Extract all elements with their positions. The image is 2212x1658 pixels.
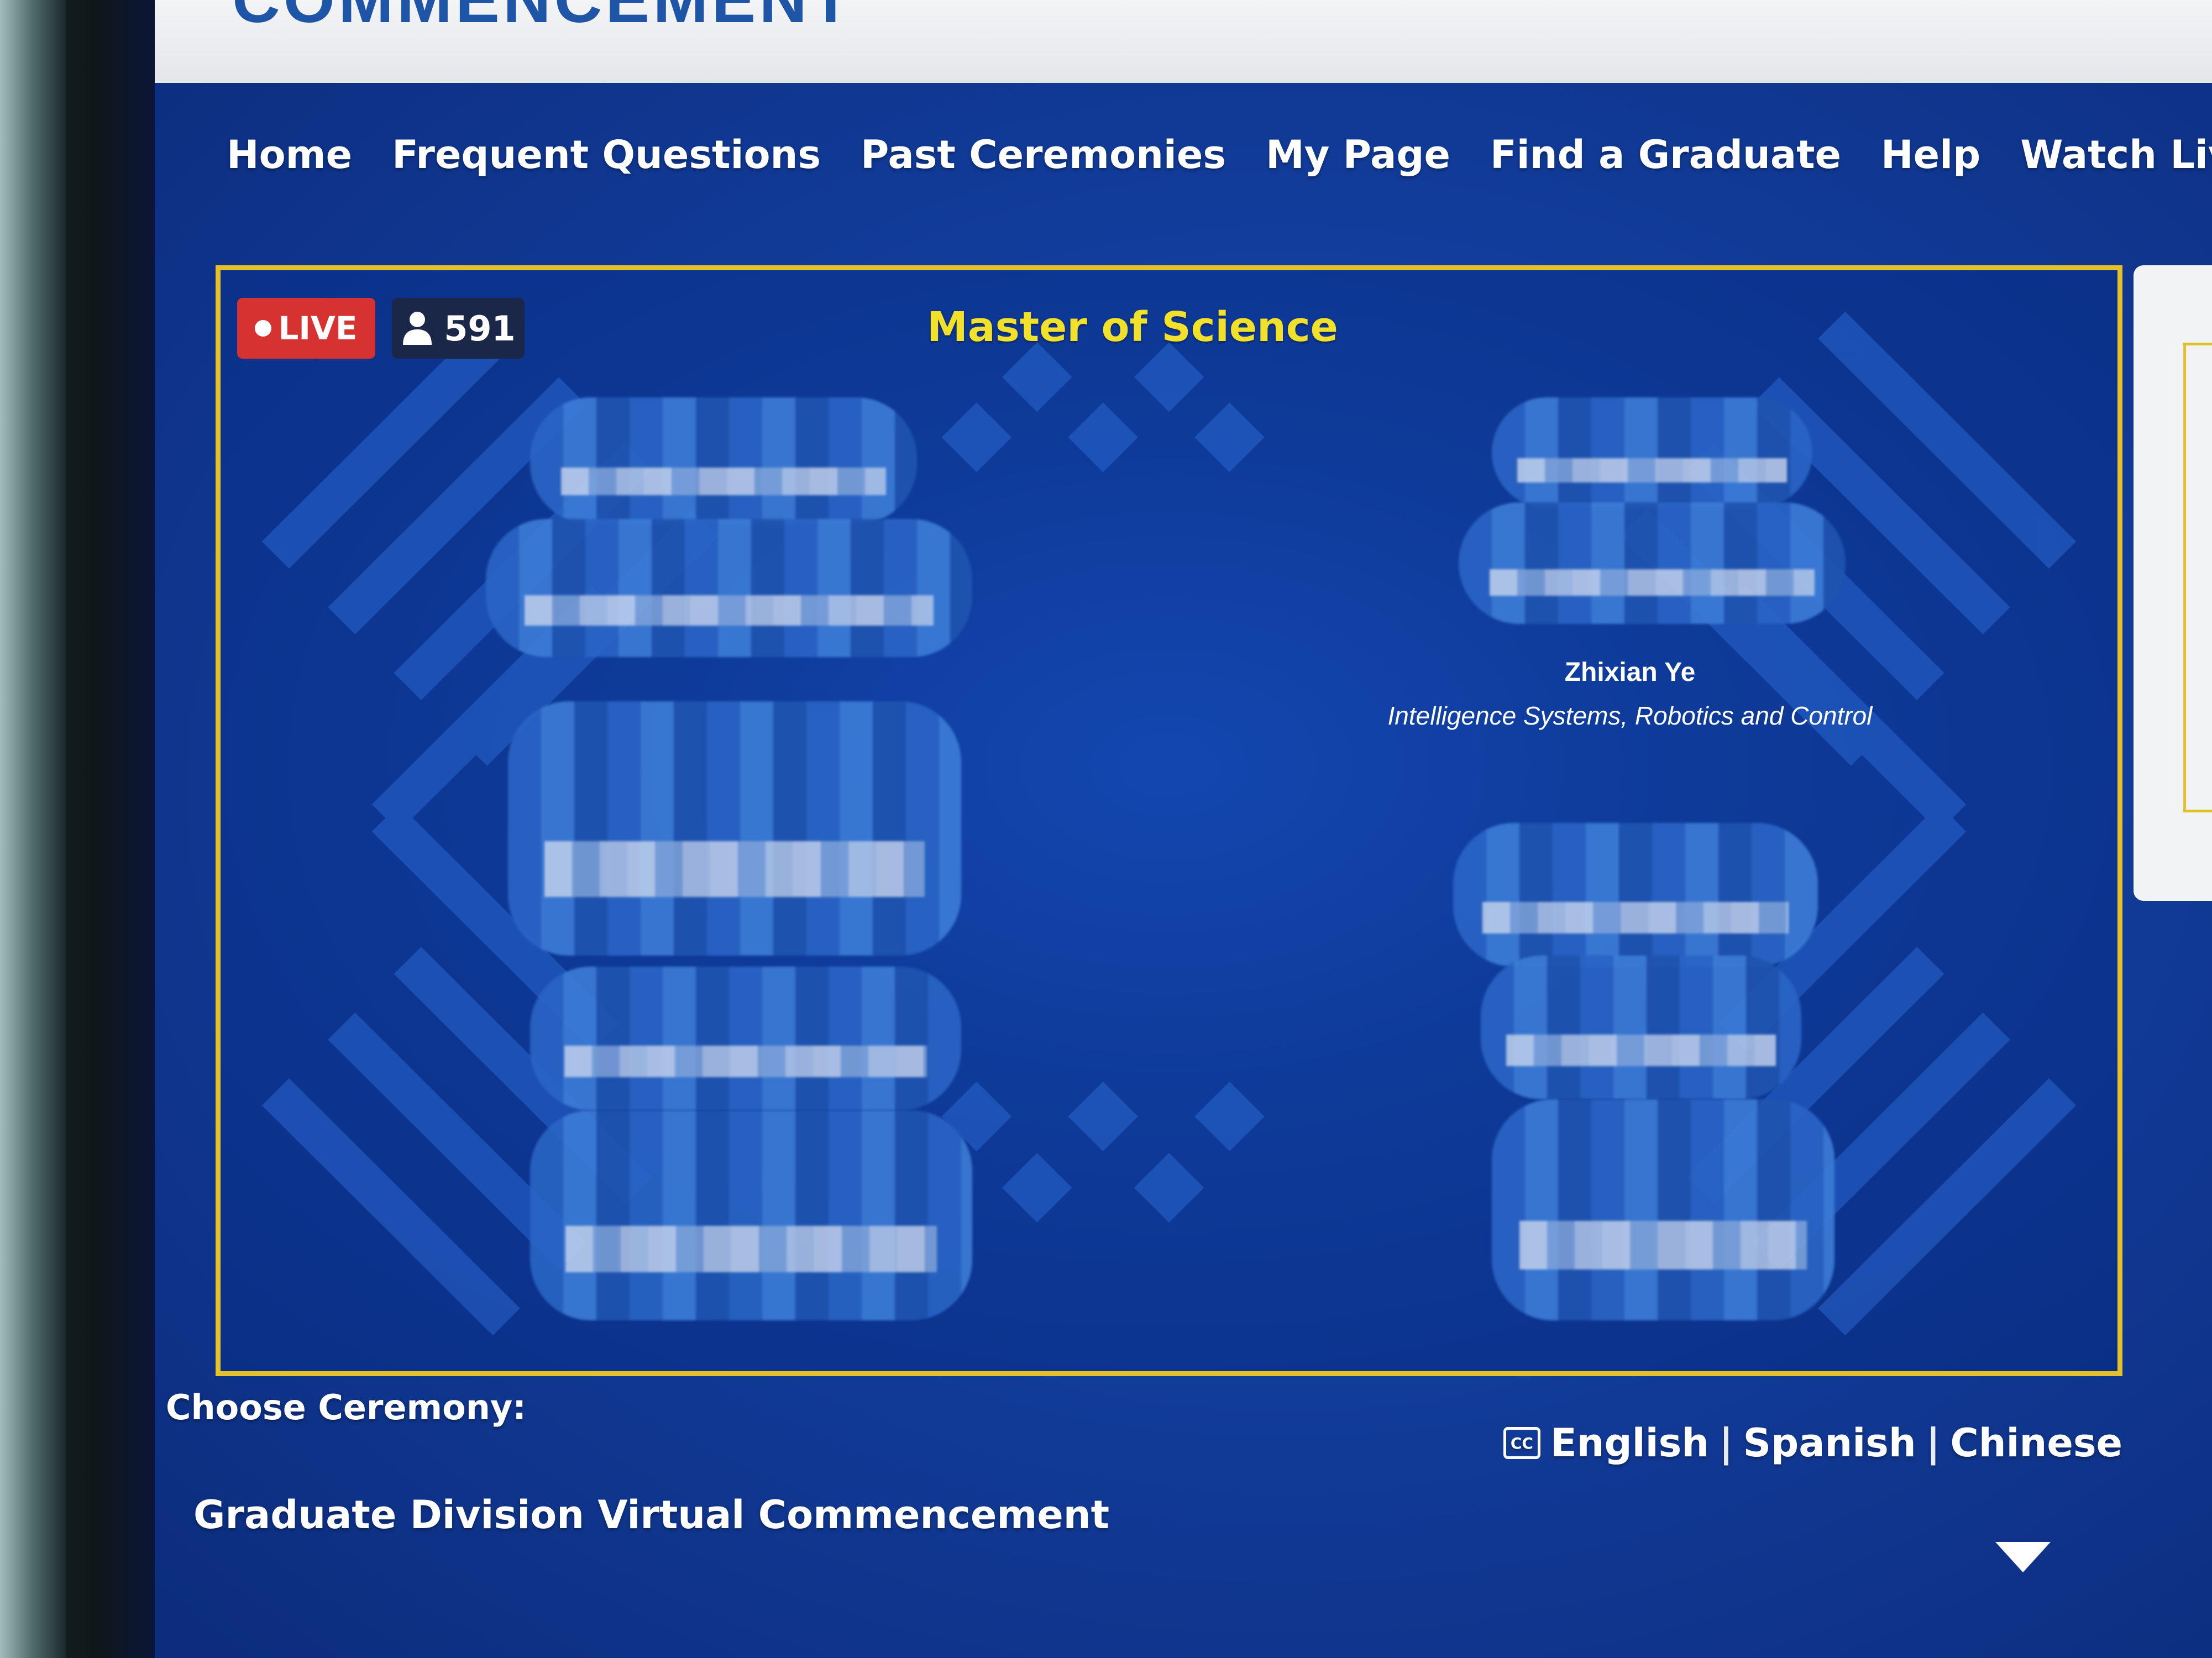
- caption-language-spanish[interactable]: Spanish: [1743, 1420, 1916, 1466]
- caption-language-selector: CC English | Spanish | Chinese: [1503, 1420, 2122, 1466]
- choose-ceremony-label: Choose Ceremony:: [166, 1387, 527, 1428]
- nav-item-past-ceremonies[interactable]: Past Ceremonies: [861, 132, 1226, 177]
- site-logo-text: COMMENCEMENT: [232, 0, 854, 38]
- caption-language-english[interactable]: English: [1550, 1420, 1709, 1466]
- person-icon: [403, 312, 432, 345]
- nav-item-my-page[interactable]: My Page: [1266, 132, 1450, 177]
- ceremony-selected-value: Graduate Division Virtual Commencement: [193, 1492, 1110, 1538]
- live-dot-icon: [255, 320, 272, 337]
- redacted-graduate: [530, 397, 917, 524]
- redacted-graduate: [530, 967, 961, 1110]
- ceremony-select[interactable]: Graduate Division Virtual Commencement: [193, 1481, 2073, 1581]
- redacted-graduate: [1492, 397, 1812, 508]
- language-separator: |: [1926, 1420, 1941, 1466]
- chevron-down-icon[interactable]: [1995, 1542, 2051, 1572]
- live-badge: LIVE: [237, 298, 375, 359]
- redacted-graduate: [508, 701, 961, 956]
- side-panel: [2134, 265, 2212, 901]
- redacted-graduate: [1453, 823, 1818, 967]
- redacted-graduate: [1492, 1099, 1834, 1320]
- cc-icon: CC: [1503, 1427, 1540, 1459]
- redacted-graduate: [1481, 956, 1801, 1099]
- nav-item-watch-live[interactable]: Watch Live: [2020, 132, 2212, 177]
- nav-item-find-a-graduate[interactable]: Find a Graduate: [1490, 132, 1841, 177]
- graduate-name: Zhixian Ye: [1564, 658, 1696, 687]
- live-video-player[interactable]: LIVE 591 Master of Science Zhixian Ye In…: [216, 265, 2122, 1376]
- nav-item-help[interactable]: Help: [1881, 132, 1980, 177]
- slide-title: Master of Science: [927, 303, 1338, 351]
- redacted-graduate: [486, 519, 972, 657]
- redacted-graduate: [1459, 502, 1846, 624]
- viewer-count-badge: 591: [392, 298, 525, 359]
- viewer-count: 591: [444, 308, 516, 349]
- language-separator: |: [1719, 1420, 1733, 1466]
- main-page: Home Frequent Questions Past Ceremonies …: [155, 83, 2212, 1658]
- device-bezel: [0, 0, 155, 1658]
- nav-item-frequent-questions[interactable]: Frequent Questions: [392, 132, 821, 177]
- graduate-program: Intelligence Systems, Robotics and Contr…: [1387, 701, 1873, 730]
- site-header: COMMENCEMENT: [155, 0, 2212, 83]
- caption-language-chinese[interactable]: Chinese: [1950, 1420, 2122, 1466]
- redacted-graduate: [530, 1110, 972, 1320]
- live-label: LIVE: [278, 309, 358, 347]
- nav-item-home[interactable]: Home: [227, 132, 352, 177]
- main-nav: Home Frequent Questions Past Ceremonies …: [227, 105, 2212, 204]
